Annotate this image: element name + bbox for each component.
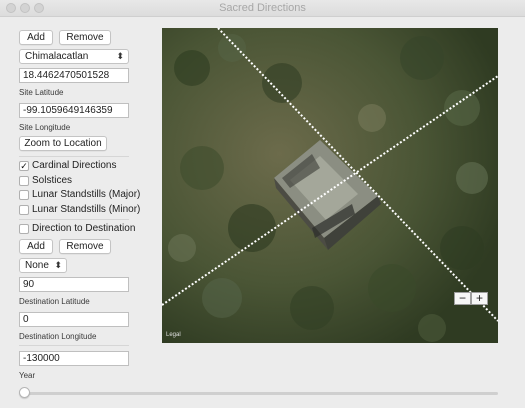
zoom-to-location-button[interactable]: Zoom to Location [19,136,107,151]
direction-to-destination-checkbox[interactable]: Direction to Destination [19,223,144,235]
site-latitude-field[interactable]: 18.4462470501528 [19,68,129,83]
lunar-major-checkbox[interactable]: Lunar Standstills (Major) [19,189,144,201]
separator [19,345,129,346]
lunar-minor-checkbox[interactable]: Lunar Standstills (Minor) [19,204,144,216]
up-down-chevron-icon: ⬍ [54,260,62,270]
destination-longitude-caption: Destination Longitude [19,332,97,341]
title-bar: Sacred Directions [0,0,525,17]
up-down-chevron-icon: ⬍ [116,51,124,61]
map-legal-link[interactable]: Legal [166,332,181,338]
year-slider-knob[interactable] [19,387,30,398]
map-imagery [162,28,498,343]
zoom-out-button[interactable]: − [454,292,471,305]
remove-destination-button[interactable]: Remove [59,239,111,254]
checkmark-icon: ✓ [19,161,29,171]
separator [19,219,129,220]
add-site-button[interactable]: Add [19,30,53,45]
year-slider-track[interactable] [24,392,498,395]
zoom-in-button[interactable]: + [471,292,488,305]
destination-select-value: None [25,260,49,271]
destination-longitude-field[interactable]: 0 [19,312,129,327]
destination-latitude-field[interactable]: 90 [19,277,129,292]
destination-select[interactable]: None ⬍ [19,258,67,273]
year-field[interactable]: -130000 [19,351,129,366]
window-title: Sacred Directions [219,2,306,14]
remove-site-button[interactable]: Remove [59,30,111,45]
site-select-value: Chimalacatlan [25,51,89,62]
cardinal-directions-checkbox[interactable]: ✓ Cardinal Directions [19,160,129,172]
site-longitude-caption: Site Longitude [19,123,71,132]
separator [19,156,129,157]
site-select[interactable]: Chimalacatlan ⬍ [19,49,129,64]
site-longitude-field[interactable]: -99.1059649146359 [19,103,129,118]
add-destination-button[interactable]: Add [19,239,53,254]
year-caption: Year [19,371,36,380]
destination-latitude-caption: Destination Latitude [19,297,90,306]
satellite-map[interactable] [162,28,498,343]
solstices-checkbox[interactable]: Solstices [19,175,129,187]
site-latitude-caption: Site Latitude [19,88,64,97]
